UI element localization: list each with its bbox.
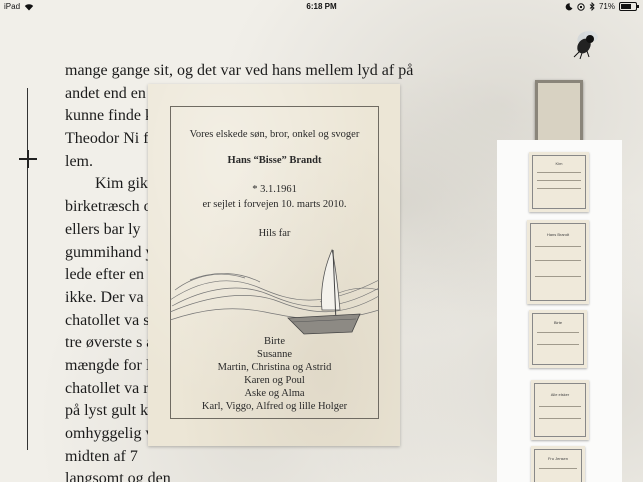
thumbnail-line [537, 344, 579, 345]
family-list: Birte Susanne Martin, Christina og Astrid K… [170, 335, 379, 413]
status-bar: iPad 6:18 PM 71% [0, 0, 643, 14]
thumbnail-line [537, 180, 581, 181]
thumbnail-line [537, 188, 581, 189]
thumbnail-5[interactable]: Fru Jensen [531, 446, 585, 482]
bluetooth-icon [589, 2, 595, 11]
page: iPad 6:18 PM 71% mange gange sit, og det… [0, 0, 643, 482]
card-intro: Vores elskede søn, bror, onkel og svoger [189, 129, 360, 140]
memorial-card[interactable]: Vores elskede søn, bror, onkel og svoger… [148, 84, 400, 446]
thumbnail-4[interactable]: Alle elsker [531, 380, 589, 440]
thumbnail-line [539, 468, 577, 469]
sailboat-illustration [170, 248, 379, 335]
thumbnail-line [537, 332, 579, 333]
thumbnail-1[interactable]: Kim [529, 152, 589, 212]
card-born: * 3.1.1961 [252, 184, 297, 195]
card-died: er sejlet i forvejen 10. marts 2010. [202, 199, 347, 210]
orientation-lock-icon [577, 2, 585, 11]
fly-icon[interactable] [569, 24, 605, 60]
thumbnail-title: Fru Jensen [547, 456, 568, 461]
battery-level [621, 4, 631, 9]
family-member: Karl, Viggo, Alfred og lille Holger [201, 401, 348, 412]
thumbnail-line [539, 418, 581, 419]
book-line: langsomt og den [65, 470, 171, 482]
battery-icon [619, 2, 639, 11]
thumbnail-title: Kim [555, 161, 563, 166]
family-member: Aske og Alma [244, 388, 305, 399]
battery-percent: 71% [598, 2, 615, 11]
family-member: Karen og Poul [244, 375, 305, 386]
thumbnail-3[interactable]: Birte [529, 310, 587, 368]
status-time: 6:18 PM [306, 2, 337, 11]
family-member: Susanne [257, 349, 292, 360]
thumbnail-line [535, 260, 581, 261]
thumbnail-active-inner [538, 83, 580, 147]
thumbnail-title: Birte [553, 320, 563, 325]
thumbnail-sidebar[interactable]: Kim Hans Brandt Birte Alle elsker Fru Je… [497, 140, 622, 482]
thumbnail-title: Alle elsker [550, 392, 570, 397]
book-line: midten af 7 [65, 447, 138, 465]
thumbnail-line [535, 246, 581, 247]
thumbnail-line [537, 172, 581, 173]
plus-icon[interactable] [19, 150, 37, 168]
card-greeting: Hils far [258, 228, 291, 239]
card-content: Vores elskede søn, bror, onkel og svoger… [170, 106, 379, 413]
thumbnail-line [535, 276, 581, 277]
family-member: Birte [264, 336, 285, 347]
card-name: Hans “Bisse” Brandt [227, 155, 322, 166]
thumbnail-title: Hans Brandt [546, 232, 570, 237]
moon-icon [565, 2, 573, 10]
thumbnail-frame [534, 449, 582, 482]
thumbnail-2[interactable]: Hans Brandt [527, 220, 589, 304]
margin-line [27, 88, 28, 450]
thumbnail-line [539, 406, 581, 407]
book-line: mange gange sit, og det var ved hans mel… [65, 62, 414, 79]
status-right: 71% [565, 2, 639, 11]
family-member: Martin, Christina og Astrid [217, 362, 332, 373]
